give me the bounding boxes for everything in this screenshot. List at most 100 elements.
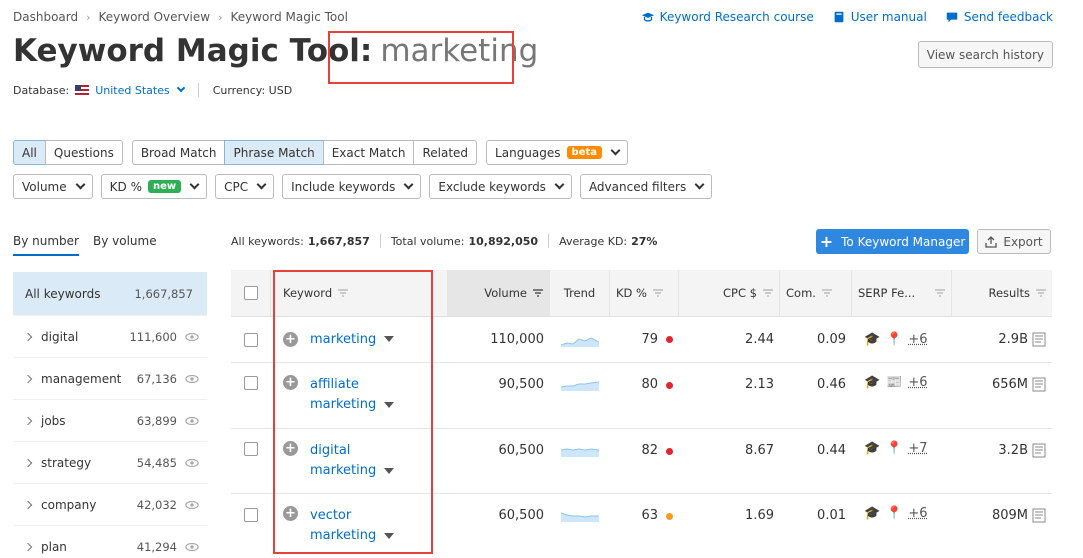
all-keywords-count: 1,667,857 [307,234,370,248]
exclude-keywords-filter[interactable]: Exclude keywords [429,174,572,199]
chevron-down-icon [256,179,267,190]
graduation-cap-icon: 🎓 [864,332,881,347]
serp-document-icon[interactable] [1032,443,1046,458]
column-competition[interactable]: Com. [780,270,852,316]
eye-icon[interactable] [185,542,199,552]
cpc-filter[interactable]: CPC [215,174,275,199]
export-button[interactable]: Export [977,229,1051,254]
serp-document-icon[interactable] [1032,377,1046,392]
map-pin-icon: 📍 [886,506,903,521]
group-all-keywords[interactable]: All keywords 1,667,857 [13,272,207,316]
trend-sparkline [561,336,599,347]
graduation-cap-icon: 🎓 [864,375,881,390]
tab-exact-match[interactable]: Exact Match [322,140,415,165]
currency-label: Currency: USD [212,83,293,97]
eye-icon[interactable] [185,374,199,384]
kd-filter[interactable]: KD % new [100,174,208,199]
trend-sparkline [561,381,599,391]
plus-icon: + [819,232,834,251]
user-manual-link[interactable]: User manual [832,10,927,24]
to-keyword-manager-button[interactable]: + To Keyword Manager [816,229,969,254]
serp-document-icon[interactable] [1032,508,1046,523]
sort-icon [1036,289,1046,297]
graduation-cap-icon: 🎓 [864,441,881,456]
newspaper-icon: 📰 [886,375,903,390]
column-results[interactable]: Results [952,270,1052,316]
eye-icon[interactable] [185,458,199,468]
volume-filter[interactable]: Volume [13,174,93,199]
breadcrumb-current: Keyword Magic Tool [230,10,348,24]
eye-icon[interactable] [185,500,199,510]
trend-sparkline [561,512,599,522]
kd-indicator-dot [666,336,673,343]
tab-all[interactable]: All [13,140,46,165]
chevron-right-icon: › [218,10,223,24]
kd-indicator-dot [666,513,673,520]
graduation-cap-icon: 🎓 [864,506,881,521]
list-item[interactable]: management 67,136 [13,358,207,400]
list-item[interactable]: digital 111,600 [13,316,207,358]
group-tabs: By number By volume [13,234,157,256]
row-checkbox[interactable] [244,442,258,456]
chevron-right-icon: › [86,10,91,24]
tab-questions[interactable]: Questions [44,140,123,165]
match-filters: All Questions Broad Match Phrase Match E… [13,140,628,165]
serp-more-link[interactable]: +6 [908,375,927,390]
eye-icon[interactable] [185,332,199,342]
top-links: Keyword Research course User manual Send… [641,10,1053,24]
view-search-history-button[interactable]: View search history [917,41,1053,68]
chevron-down-icon [694,179,705,190]
breadcrumb-keyword-overview[interactable]: Keyword Overview [99,10,211,24]
course-link[interactable]: Keyword Research course [641,10,814,24]
include-keywords-filter[interactable]: Include keywords [282,174,422,199]
list-item[interactable]: strategy 54,485 [13,442,207,484]
chevron-right-icon [23,542,33,551]
tab-phrase-match[interactable]: Phrase Match [224,140,324,165]
serp-more-link[interactable]: +7 [908,441,927,456]
chevron-down-icon [189,179,200,190]
tab-broad-match[interactable]: Broad Match [131,140,226,165]
column-serp-features[interactable]: SERP Fe... [852,270,952,316]
chevron-down-icon [554,179,565,190]
column-kd[interactable]: KD % [610,270,679,316]
keyword-column-highlight-box [273,270,433,554]
kd-indicator-dot [666,448,673,455]
chevron-down-icon [610,145,621,156]
new-badge: new [147,180,182,193]
select-all-checkbox[interactable] [243,286,258,300]
chevron-down-icon [403,179,414,190]
database-select[interactable]: United States [95,84,185,97]
list-item[interactable]: plan 41,294 [13,526,207,558]
graduation-cap-icon [641,12,654,22]
column-cpc[interactable]: CPC $ [679,270,780,316]
sort-icon [652,289,663,297]
trend-sparkline [561,448,599,457]
row-checkbox[interactable] [244,376,258,390]
breadcrumb-dashboard[interactable]: Dashboard [13,10,78,24]
beta-badge: beta [566,146,602,159]
chevron-right-icon [23,332,33,341]
row-checkbox[interactable] [244,508,258,522]
tab-by-number[interactable]: By number [13,234,79,256]
column-volume[interactable]: Volume [448,270,550,316]
average-kd: 27% [631,234,658,248]
sort-icon [935,289,945,297]
sort-icon [763,289,773,297]
keyword-groups-list: All keywords 1,667,857 digital 111,600 m… [13,272,207,558]
chevron-right-icon [23,374,33,383]
eye-icon[interactable] [185,416,199,426]
column-trend: Trend [550,270,610,316]
serp-document-icon[interactable] [1032,332,1046,347]
tab-related[interactable]: Related [413,140,478,165]
chat-bubble-icon [946,12,958,23]
serp-more-link[interactable]: +6 [908,332,927,347]
languages-dropdown[interactable]: Languages beta [486,140,628,165]
stats-bar: All keywords: 1,667,857 Total volume: 10,8… [231,234,658,248]
send-feedback-link[interactable]: Send feedback [945,10,1053,24]
row-checkbox[interactable] [244,332,258,347]
list-item[interactable]: company 42,032 [13,484,207,526]
list-item[interactable]: jobs 63,899 [13,400,207,442]
tab-by-volume[interactable]: By volume [93,234,157,256]
advanced-filters[interactable]: Advanced filters [579,174,713,199]
serp-more-link[interactable]: +6 [908,506,927,521]
